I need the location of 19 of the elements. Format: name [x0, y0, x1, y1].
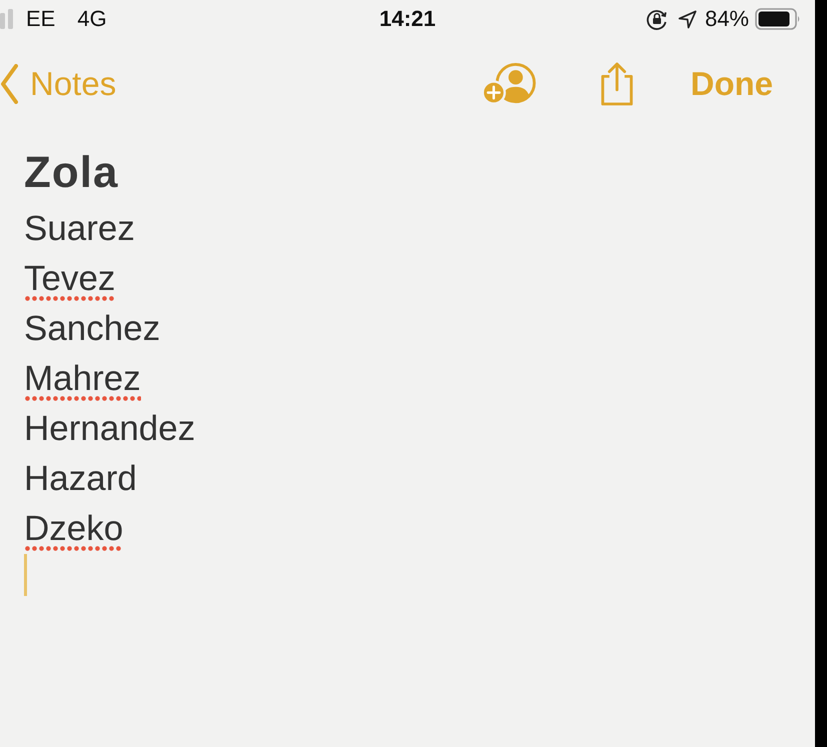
location-arrow-icon	[678, 10, 697, 28]
add-person-icon[interactable]	[480, 63, 536, 105]
clock-time: 14:21	[379, 6, 436, 32]
note-line: Hernandez	[24, 410, 196, 450]
network-label: 4G	[77, 6, 107, 32]
signal-icon	[0, 9, 14, 29]
carrier-label: EE	[26, 6, 56, 32]
note-line: Sanchez	[24, 310, 160, 350]
done-button[interactable]: Done	[690, 65, 773, 103]
chevron-icon	[0, 64, 18, 104]
battery-icon	[755, 8, 801, 30]
rotation-lock-icon	[646, 8, 668, 30]
back-label: Notes	[30, 65, 116, 103]
note-line: Hazard	[24, 460, 137, 500]
note-title: Zola	[24, 148, 118, 199]
battery-percent: 84%	[704, 6, 749, 32]
text-cursor	[24, 554, 27, 596]
back-button[interactable]: Notes	[0, 64, 116, 104]
note-line: Suarez	[24, 210, 135, 250]
